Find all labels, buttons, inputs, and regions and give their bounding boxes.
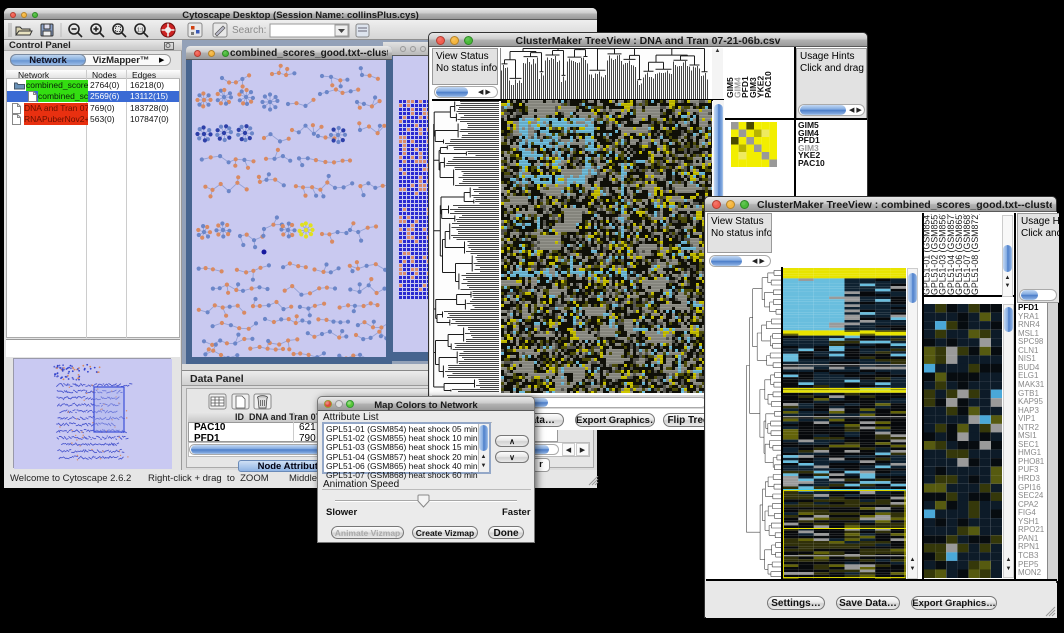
svg-text:PAC10: PAC10 xyxy=(763,71,773,98)
svg-text:Search:: Search: xyxy=(232,25,266,36)
svg-text:GPL51-08 (GSM872): GPL51-08 (GSM872) xyxy=(970,214,980,295)
svg-text:1:1: 1:1 xyxy=(137,28,144,34)
